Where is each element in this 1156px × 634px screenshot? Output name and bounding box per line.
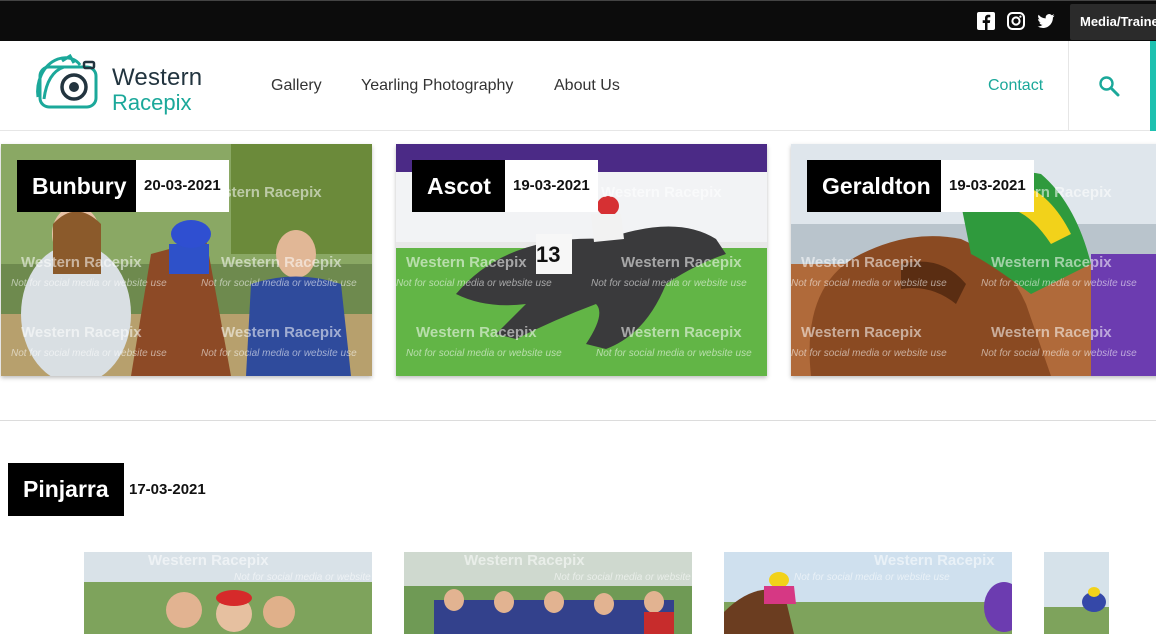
watermark-note: Not for social media or website use xyxy=(791,278,947,289)
logo-text-racepix: Racepix xyxy=(112,90,192,115)
watermark: Western Racepix xyxy=(406,254,527,271)
watermark: Western Racepix xyxy=(21,324,142,341)
watermark: Western Racepix xyxy=(801,254,922,271)
logo-text-western: Western xyxy=(112,64,203,91)
section-divider xyxy=(0,420,1156,421)
card-date: 19-03-2021 xyxy=(505,160,598,212)
gallery-card-geraldton[interactable]: Western Racepix Western Racepix Western … xyxy=(791,144,1156,376)
search-icon[interactable] xyxy=(1098,75,1120,97)
watermark: Western Racepix xyxy=(801,324,922,341)
header-divider xyxy=(1068,41,1069,131)
watermark: Western Racepix xyxy=(221,254,342,271)
watermark-note: Not for social media or website use xyxy=(791,348,947,359)
watermark: Western Racepix xyxy=(416,324,537,341)
twitter-icon[interactable] xyxy=(1037,12,1055,30)
pinjarra-thumbnail[interactable]: Western Racepix Not for social media or … xyxy=(404,552,692,634)
watermark: Western Racepix xyxy=(464,552,585,569)
watermark: Western Racepix xyxy=(991,254,1112,271)
watermark-note: Not for social media or website use xyxy=(596,348,752,359)
card-venue: Ascot xyxy=(412,160,506,212)
watermark: Western Racepix xyxy=(874,552,995,569)
facebook-icon[interactable] xyxy=(977,12,995,30)
nav-yearling-photography[interactable]: Yearling Photography xyxy=(361,77,513,95)
watermark-note: Not for social media or website use xyxy=(201,348,357,359)
watermark-note: Not for social media or website use xyxy=(396,278,552,289)
gallery-card-ascot[interactable]: 13 Western Racepix Western Racepix Weste… xyxy=(396,144,767,376)
watermark: Western Racepix xyxy=(221,324,342,341)
nav-about-us[interactable]: About Us xyxy=(554,77,620,95)
watermark: Western Racepix xyxy=(991,324,1112,341)
watermark-note: Not for social media or website use xyxy=(981,278,1137,289)
watermark-note: Not for social media or website use xyxy=(794,572,950,583)
card-venue: Bunbury xyxy=(17,160,142,212)
pinjarra-thumbnail[interactable]: Western Racepix Not for social media or … xyxy=(724,552,1012,634)
card-venue: Geraldton xyxy=(807,160,946,212)
watermark-note: Not for social media or website use xyxy=(11,348,167,359)
watermark-note: Not for social media or website use xyxy=(591,278,747,289)
watermark: Western Racepix xyxy=(621,254,742,271)
accent-bar xyxy=(1150,41,1156,131)
gallery-card-bunbury[interactable]: Western Racepix Western Racepix Western … xyxy=(1,144,372,376)
pinjarra-thumbnail[interactable] xyxy=(1044,552,1109,634)
site-logo[interactable]: Western Racepix xyxy=(34,53,214,115)
instagram-icon[interactable] xyxy=(1007,12,1025,30)
media-trainer-button[interactable]: Media/Trainer xyxy=(1070,4,1156,40)
watermark-note: Not for social media or website use xyxy=(11,278,167,289)
nav-gallery[interactable]: Gallery xyxy=(271,77,322,95)
top-bar: Media/Trainer xyxy=(0,0,1156,41)
site-header: Western Racepix Gallery Yearling Photogr… xyxy=(0,41,1156,131)
watermark-note: Not for social media or website use xyxy=(981,348,1137,359)
section-venue[interactable]: Pinjarra xyxy=(8,463,124,516)
card-date: 19-03-2021 xyxy=(941,160,1034,212)
race-photo xyxy=(1044,552,1109,634)
watermark-note: Not for social media or website use xyxy=(554,572,692,583)
section-date: 17-03-2021 xyxy=(129,481,206,498)
watermark: Western Racepix xyxy=(148,552,269,569)
watermark: Western Racepix xyxy=(601,184,722,201)
watermark-note: Not for social media or website use xyxy=(406,348,562,359)
card-date: 20-03-2021 xyxy=(136,160,229,212)
pinjarra-thumbnail[interactable]: Western Racepix Not for social media or … xyxy=(84,552,372,634)
watermark-note: Not for social media or website use xyxy=(234,572,372,583)
watermark: Western Racepix xyxy=(621,324,742,341)
logo-camera-horse-icon xyxy=(36,53,98,109)
watermark-note: Not for social media or website use xyxy=(201,278,357,289)
svg-text:13: 13 xyxy=(536,242,560,267)
watermark: Western Racepix xyxy=(21,254,142,271)
nav-contact[interactable]: Contact xyxy=(988,77,1043,95)
